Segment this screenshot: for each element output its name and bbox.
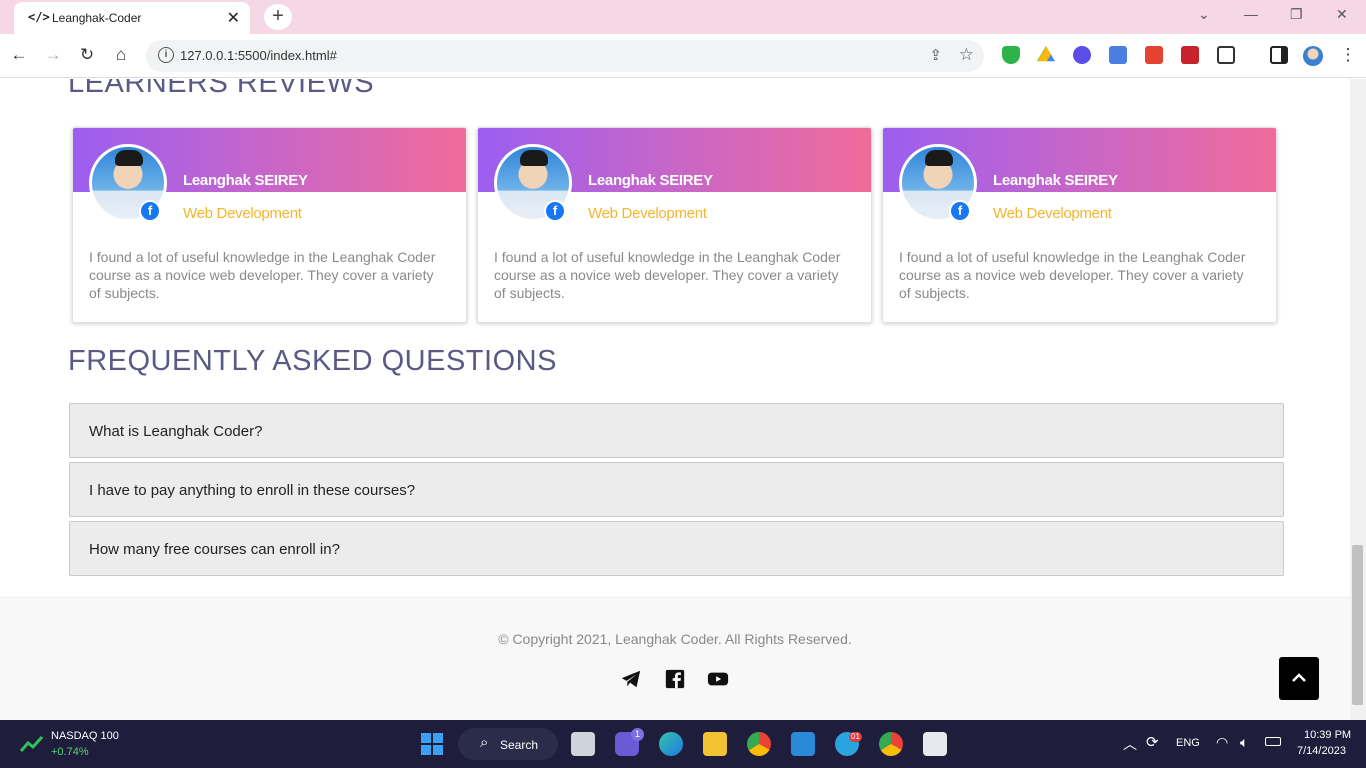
review-card: f Leanghak SEIREY Web Development I foun… <box>72 127 467 323</box>
faq-item[interactable]: I have to pay anything to enroll in thes… <box>69 462 1284 517</box>
review-text: I found a lot of useful knowledge in the… <box>89 249 436 301</box>
faq-question[interactable]: What is Leanghak Coder? <box>89 423 262 440</box>
snipping-tool-icon[interactable] <box>923 732 947 756</box>
reviewer-role: Web Development <box>588 205 707 222</box>
page-footer: © Copyright 2021, Leanghak Coder. All Ri… <box>0 597 1350 720</box>
edge-icon[interactable] <box>659 732 683 756</box>
chevron-up-tray-icon[interactable]: ︿ <box>1123 734 1137 754</box>
translate-icon[interactable] <box>1109 46 1127 64</box>
search-label: Search <box>500 738 539 752</box>
youtube-icon[interactable] <box>707 668 729 690</box>
search-icon: ⌕ <box>480 734 489 751</box>
vscode-icon[interactable] <box>791 732 815 756</box>
facebook-icon[interactable] <box>664 668 686 690</box>
reviewer-role: Web Development <box>993 205 1112 222</box>
telegram-badge: 01 <box>849 732 862 742</box>
scrollbar-thumb[interactable] <box>1352 545 1363 705</box>
review-card: f Leanghak SEIREY Web Development I foun… <box>477 127 872 323</box>
close-window-button[interactable]: ✕ <box>1336 6 1348 23</box>
page-viewport: LEARNERS REVIEWS f Leanghak SEIREY Web D… <box>0 79 1350 720</box>
chrome-profile-icon[interactable] <box>879 732 903 756</box>
review-text: I found a lot of useful knowledge in the… <box>899 249 1246 301</box>
faq-question[interactable]: How many free courses can enroll in? <box>89 541 340 558</box>
back-to-top-button[interactable] <box>1279 657 1319 700</box>
address-bar[interactable]: i 127.0.0.1:5500/index.html# ⇪ ☆ <box>146 40 984 72</box>
share-icon[interactable]: ⇪ <box>929 46 942 64</box>
copyright-text: © Copyright 2021, Leanghak Coder. All Ri… <box>498 631 852 647</box>
adblock-shield-icon[interactable] <box>1002 46 1020 64</box>
reload-button[interactable]: ↻ <box>75 43 99 67</box>
stock-name[interactable]: NASDAQ 100 <box>51 730 119 742</box>
browser-toolbar: ← → ↻ ⌂ i 127.0.0.1:5500/index.html# ⇪ ☆… <box>0 34 1366 78</box>
telegram-icon[interactable] <box>620 668 642 690</box>
faq-question[interactable]: I have to pay anything to enroll in thes… <box>89 482 415 499</box>
tab-search-icon[interactable]: ⌄ <box>1198 6 1210 23</box>
restore-button[interactable]: ❐ <box>1290 6 1303 23</box>
extensions-puzzle-icon[interactable] <box>1217 46 1235 64</box>
teams-badge: 1 <box>631 728 644 741</box>
browser-tab[interactable]: </> Leanghak-Coder ✕ <box>14 2 250 34</box>
profile-avatar[interactable] <box>1303 46 1323 66</box>
review-text: I found a lot of useful knowledge in the… <box>494 249 841 301</box>
page-scrollbar[interactable] <box>1350 79 1366 720</box>
taskbar-search-box[interactable]: ⌕ Search <box>458 728 558 760</box>
facebook-icon[interactable]: f <box>139 200 161 222</box>
faq-section-title: FREQUENTLY ASKED QUESTIONS <box>68 345 557 377</box>
site-info-icon[interactable]: i <box>158 47 174 63</box>
windows-start-icon[interactable] <box>420 732 444 756</box>
bookmark-star-icon[interactable]: ☆ <box>959 45 974 65</box>
home-button[interactable]: ⌂ <box>109 43 133 67</box>
language-indicator[interactable]: ENG <box>1176 737 1200 749</box>
faq-item[interactable]: How many free courses can enroll in? <box>69 521 1284 576</box>
chevron-up-icon <box>1292 673 1306 682</box>
side-panel-icon[interactable] <box>1270 46 1288 64</box>
reviewer-name: Leanghak SEIREY <box>588 172 713 189</box>
task-view-icon[interactable] <box>571 732 595 756</box>
url-text[interactable]: 127.0.0.1:5500/index.html# <box>180 48 337 63</box>
chrome-menu-icon[interactable]: ⋮ <box>1336 43 1360 67</box>
forward-button[interactable]: → <box>41 43 65 67</box>
close-tab-icon[interactable]: ✕ <box>227 8 240 28</box>
review-card: f Leanghak SEIREY Web Development I foun… <box>882 127 1277 323</box>
stock-trend-icon <box>20 735 44 752</box>
file-explorer-icon[interactable] <box>703 732 727 756</box>
windows-taskbar: NASDAQ 100 +0.74% ⌕ Search 1 01 ︿ ⟳ ENG … <box>0 720 1366 768</box>
battery-icon[interactable] <box>1265 737 1281 746</box>
clock-time[interactable]: 10:39 PM <box>1304 729 1351 741</box>
reader-extension-icon[interactable] <box>1181 46 1199 64</box>
code-icon: </> <box>28 10 50 24</box>
chrome-icon[interactable] <box>747 732 771 756</box>
extension-sparkle-icon[interactable] <box>1073 46 1091 64</box>
back-button[interactable]: ← <box>7 43 31 67</box>
stock-change: +0.74% <box>51 746 89 758</box>
browser-tab-strip: </> Leanghak-Coder ✕ + ⌄ — ❐ ✕ <box>0 0 1366 34</box>
clock-date[interactable]: 7/14/2023 <box>1297 745 1346 757</box>
wifi-icon[interactable]: ◠ <box>1216 734 1228 751</box>
tab-title: Leanghak-Coder <box>52 11 142 25</box>
todoist-icon[interactable] <box>1145 46 1163 64</box>
google-drive-icon[interactable] <box>1037 46 1055 62</box>
reviewer-name: Leanghak SEIREY <box>993 172 1118 189</box>
sync-icon[interactable]: ⟳ <box>1146 733 1159 751</box>
facebook-icon[interactable]: f <box>949 200 971 222</box>
reviewer-name: Leanghak SEIREY <box>183 172 308 189</box>
reviewer-role: Web Development <box>183 205 302 222</box>
facebook-icon[interactable]: f <box>544 200 566 222</box>
new-tab-button[interactable]: + <box>264 4 292 30</box>
minimize-button[interactable]: — <box>1244 6 1258 22</box>
volume-icon[interactable]: 🔈︎ <box>1240 734 1248 751</box>
faq-item[interactable]: What is Leanghak Coder? <box>69 403 1284 458</box>
reviews-section-title: LEARNERS REVIEWS <box>68 79 375 99</box>
